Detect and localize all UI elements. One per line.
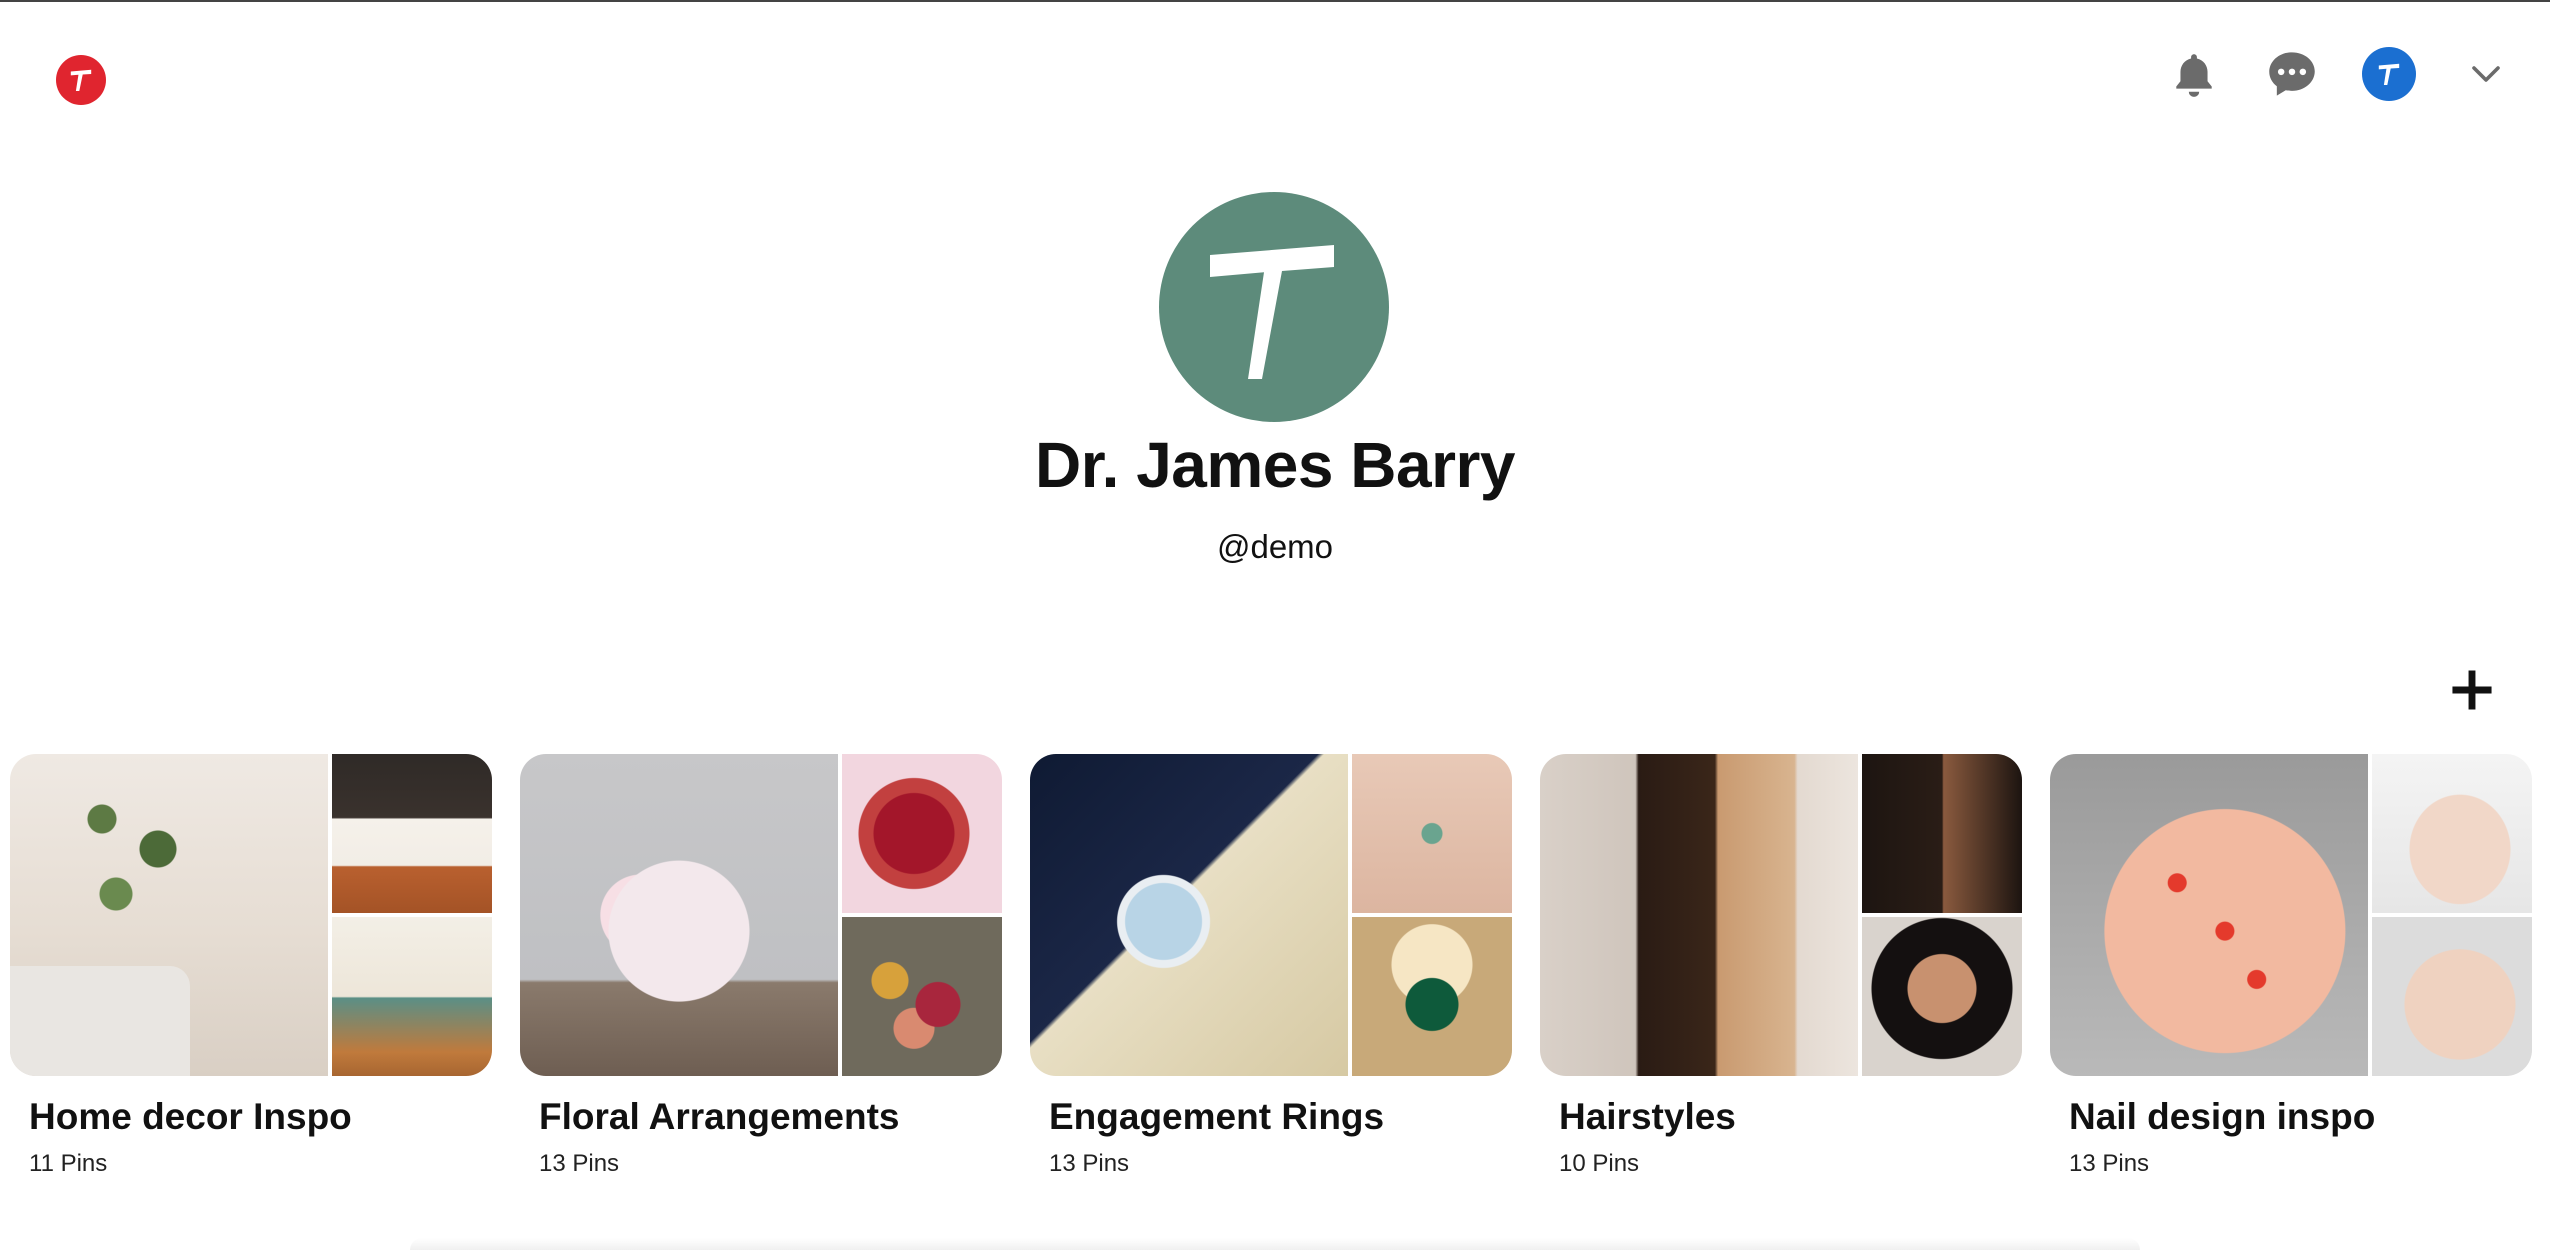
board-cover-image: [332, 917, 492, 1076]
board-cover-image: [520, 754, 838, 1076]
board-card[interactable]: Home decor Inspo 11 Pins: [10, 754, 492, 1178]
board-cover-image: [2050, 754, 2368, 1076]
board-cover-image: [842, 917, 1002, 1076]
app-logo-icon[interactable]: [56, 55, 106, 105]
notifications-button[interactable]: [2166, 46, 2222, 102]
board-cover-collage: [10, 754, 492, 1076]
top-border: [0, 0, 2550, 2]
board-cover-image: [2372, 754, 2532, 913]
board-pin-count: 13 Pins: [2069, 1150, 2150, 1177]
board-cover-image: [332, 754, 492, 913]
board-cover-image: [1862, 754, 2022, 913]
bell-icon: [2176, 54, 2212, 97]
board-cover-collage: [520, 754, 1002, 1076]
board-pin-count: 13 Pins: [539, 1150, 620, 1177]
board-cover-image: [10, 754, 328, 1076]
account-avatar-button[interactable]: [2362, 47, 2416, 101]
board-title: Hairstyles: [1559, 1096, 1736, 1137]
chevron-down-icon: [2472, 66, 2500, 82]
board-cover-image: [1352, 917, 1512, 1076]
board-card[interactable]: Engagement Rings 13 Pins: [1030, 754, 1512, 1178]
board-cover-image: [842, 754, 1002, 913]
board-title: Home decor Inspo: [29, 1096, 352, 1137]
board-title: Engagement Rings: [1049, 1096, 1385, 1137]
board-title: Floral Arrangements: [539, 1096, 900, 1137]
board-pin-count: 13 Pins: [1049, 1150, 1130, 1177]
board-cover-image: [1862, 917, 2022, 1076]
board-cover-image: [1030, 754, 1348, 1076]
board-cover-image: [2372, 917, 2532, 1076]
board-cover-image: [1352, 754, 1512, 913]
t-avatar-icon: [1210, 245, 1334, 379]
board-card[interactable]: Floral Arrangements 13 Pins: [520, 754, 1002, 1178]
messages-button[interactable]: [2264, 46, 2320, 102]
account-menu-button[interactable]: [2458, 46, 2514, 102]
board-cover-collage: [2050, 754, 2532, 1076]
board-pin-count: 10 Pins: [1559, 1150, 1640, 1177]
board-card[interactable]: Hairstyles 10 Pins: [1540, 754, 2022, 1178]
profile-avatar: [1159, 192, 1389, 422]
boards-grid: Home decor Inspo 11 Pins Floral Arrangem…: [10, 754, 2532, 1178]
create-board-button[interactable]: [2440, 658, 2504, 722]
board-title: Nail design inspo: [2069, 1096, 2376, 1137]
profile-handle: @demo: [1216, 528, 1334, 565]
t-avatar-icon: [2378, 63, 2400, 86]
profile-name: Dr. James Barry: [1035, 429, 1515, 501]
board-cover-collage: [1030, 754, 1512, 1076]
board-cover-image: [1540, 754, 1858, 1076]
t-logo-icon: [70, 69, 92, 92]
board-card[interactable]: Nail design inspo 13 Pins: [2050, 754, 2532, 1178]
header-actions: [2166, 44, 2514, 104]
board-cover-collage: [1540, 754, 2022, 1076]
plus-icon: [2452, 670, 2492, 710]
board-pin-count: 11 Pins: [29, 1150, 108, 1177]
chat-bubble-icon: [2269, 52, 2315, 96]
bottom-panel-edge: [410, 1238, 2140, 1250]
